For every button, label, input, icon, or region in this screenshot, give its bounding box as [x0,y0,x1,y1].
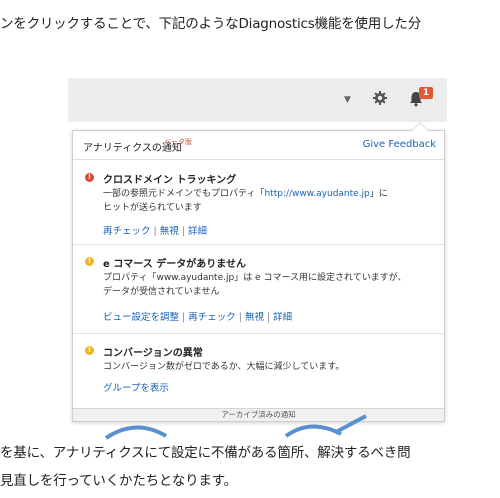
error-icon: ! [85,173,94,182]
notification-item-ecommerce: ! e コマース データがありません プロパティ「www.ayudante.jp… [73,245,444,331]
beta-label: ベータ版 [164,138,192,146]
article-text-top: ンをクリックすることで、下記のようなDiagnostics機能を使用した分 [0,16,421,32]
notification-item-conversion-anomaly: ! コンバージョンの異常 コンバージョン数がゼロであるか、大幅に減少しています。… [73,334,444,404]
analytics-toolbar: ▼ 1 [68,78,447,122]
notification-title[interactable]: クロスドメイン トラッキング [103,171,236,186]
give-feedback-link[interactable]: Give Feedback [363,139,436,150]
adjust-view-settings-link[interactable]: ビュー設定を調整 [103,312,179,323]
ignore-link[interactable]: 無視 [245,312,264,323]
background-illustration [104,414,367,440]
panel-header: アナリティクスの通知 ベータ版 Give Feedback [73,131,444,160]
notification-item-cross-domain: ! クロスドメイン トラッキング 一部の参照元ドメインでもプロパティ「http:… [73,161,444,243]
property-url: http://www.ayudante.jp [264,189,370,199]
notification-body: 一部の参照元ドメインでもプロパティ「http://www.ayudante.jp… [103,189,388,213]
view-group-link[interactable]: グループを表示 [103,383,169,394]
warning-icon: ! [85,346,94,355]
recheck-link[interactable]: 再チェック [188,312,236,323]
notification-title[interactable]: e コマース データがありません [103,255,246,270]
notifications-panel: アナリティクスの通知 ベータ版 Give Feedback ! クロスドメイン … [72,122,445,422]
details-link[interactable]: 詳細 [273,312,292,323]
article-text-bottom-2: 見直しを行っていくかたちとなります。 [0,473,237,489]
notification-actions: 再チェック | 無視 | 詳細 [103,226,207,237]
notification-body: コンバージョン数がゼロであるか、大幅に減少しています。 [103,362,345,372]
notification-title[interactable]: コンバージョンの異常 [103,344,203,359]
gear-icon[interactable] [372,90,388,106]
chevron-down-icon[interactable]: ▼ [344,95,351,105]
analytics-screenshot: ▼ 1 アナリティクスの通知 ベータ版 Give Feedback ! クロスド… [68,78,447,428]
notification-count-badge: 1 [419,87,433,99]
recheck-link[interactable]: 再チェック [103,226,151,237]
details-link[interactable]: 詳細 [188,226,207,237]
notification-actions: ビュー設定を調整 | 再チェック | 無視 | 詳細 [103,312,293,323]
warning-icon: ! [85,257,94,266]
ignore-link[interactable]: 無視 [160,226,179,237]
notification-body: プロパティ「www.ayudante.jp」は e コマース用に設定されています… [103,273,407,297]
notification-actions: グループを表示 [103,380,169,394]
article-text-bottom-1: を基に、アナリティクスにて設定に不備がある箇所、解決するべき問 [0,445,411,461]
